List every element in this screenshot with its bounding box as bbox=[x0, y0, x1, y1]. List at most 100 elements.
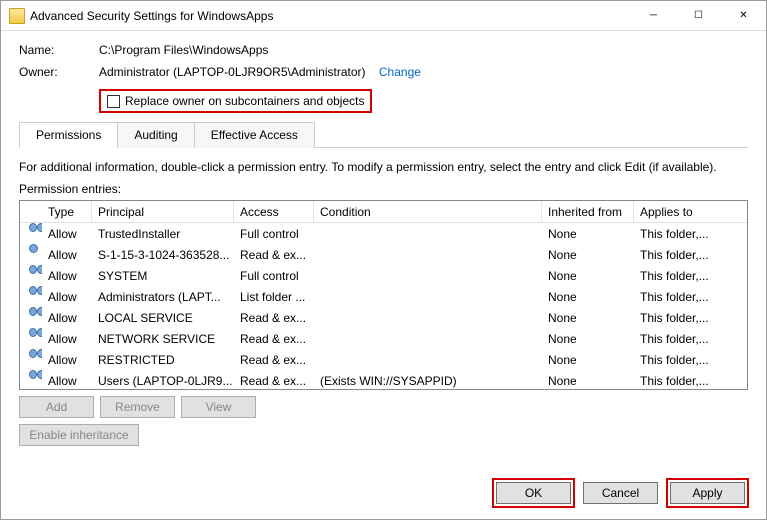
cell-principal: NETWORK SERVICE bbox=[92, 328, 234, 350]
cell-applies: This folder,... bbox=[634, 223, 714, 245]
cell-condition bbox=[314, 328, 542, 350]
cell-access: Read & ex... bbox=[234, 244, 314, 266]
cell-condition bbox=[314, 349, 542, 371]
cell-applies: This folder,... bbox=[634, 328, 714, 350]
window-title: Advanced Security Settings for WindowsAp… bbox=[30, 9, 631, 23]
footer-buttons: OK Cancel Apply bbox=[492, 478, 749, 508]
tab-auditing[interactable]: Auditing bbox=[117, 122, 194, 148]
principal-icon bbox=[29, 244, 42, 258]
tab-permissions[interactable]: Permissions bbox=[19, 122, 118, 148]
remove-button[interactable]: Remove bbox=[100, 396, 175, 418]
principal-icon bbox=[29, 307, 42, 321]
name-value: C:\Program Files\WindowsApps bbox=[99, 43, 748, 57]
principal-icon bbox=[29, 370, 42, 384]
cell-applies: This folder,... bbox=[634, 349, 714, 371]
cell-condition bbox=[314, 244, 542, 266]
enable-inheritance-button[interactable]: Enable inheritance bbox=[19, 424, 139, 446]
table-row[interactable]: AllowRESTRICTEDRead & ex...NoneThis fold… bbox=[20, 349, 747, 370]
cell-type: Allow bbox=[42, 370, 92, 391]
cell-inherited: None bbox=[542, 328, 634, 350]
cell-access: Read & ex... bbox=[234, 328, 314, 350]
cell-type: Allow bbox=[42, 349, 92, 371]
apply-highlight: Apply bbox=[666, 478, 749, 508]
cell-access: Read & ex... bbox=[234, 307, 314, 329]
col-type[interactable]: Type bbox=[42, 201, 92, 223]
cell-principal: LOCAL SERVICE bbox=[92, 307, 234, 329]
folder-icon bbox=[9, 8, 25, 24]
cell-applies: This folder,... bbox=[634, 244, 714, 266]
owner-text: Administrator (LAPTOP-0LJR9OR5\Administr… bbox=[99, 65, 366, 79]
cell-condition bbox=[314, 286, 542, 308]
cell-access: Full control bbox=[234, 223, 314, 245]
cell-condition bbox=[314, 265, 542, 287]
table-row[interactable]: AllowUsers (LAPTOP-0LJR9...Read & ex...(… bbox=[20, 370, 747, 390]
cell-principal: Users (LAPTOP-0LJR9... bbox=[92, 370, 234, 391]
cell-applies: This folder,... bbox=[634, 370, 714, 391]
owner-label: Owner: bbox=[19, 65, 99, 79]
table-row[interactable]: AllowLOCAL SERVICERead & ex... NoneThis f… bbox=[20, 307, 747, 328]
content-area: Name: C:\Program Files\WindowsApps Owner… bbox=[1, 31, 766, 446]
cell-principal: SYSTEM bbox=[92, 265, 234, 287]
cell-inherited: None bbox=[542, 370, 634, 391]
col-condition[interactable]: Condition bbox=[314, 201, 542, 223]
replace-owner-highlight: Replace owner on subcontainers and objec… bbox=[99, 89, 372, 113]
tabs: Permissions Auditing Effective Access bbox=[19, 121, 748, 148]
cell-type: Allow bbox=[42, 265, 92, 287]
col-inherited[interactable]: Inherited from bbox=[542, 201, 634, 223]
cell-access: Full control bbox=[234, 265, 314, 287]
col-access[interactable]: Access bbox=[234, 201, 314, 223]
cell-type: Allow bbox=[42, 286, 92, 308]
cell-inherited: None bbox=[542, 349, 634, 371]
table-row[interactable]: AllowAdministrators (LAPT...List folder … bbox=[20, 286, 747, 307]
cell-inherited: None bbox=[542, 223, 634, 245]
add-button[interactable]: Add bbox=[19, 396, 94, 418]
principal-icon bbox=[29, 328, 42, 342]
entries-label: Permission entries: bbox=[19, 182, 748, 196]
owner-value: Administrator (LAPTOP-0LJR9OR5\Administr… bbox=[99, 65, 748, 79]
cell-inherited: None bbox=[542, 244, 634, 266]
apply-button[interactable]: Apply bbox=[670, 482, 745, 504]
col-principal[interactable]: Principal bbox=[92, 201, 234, 223]
close-button[interactable]: ✕ bbox=[721, 1, 766, 30]
cell-principal: Administrators (LAPT... bbox=[92, 286, 234, 308]
principal-icon bbox=[29, 265, 42, 279]
change-link[interactable]: Change bbox=[379, 65, 421, 79]
replace-owner-checkbox[interactable] bbox=[107, 95, 120, 108]
cell-condition bbox=[314, 307, 542, 329]
cancel-button[interactable]: Cancel bbox=[583, 482, 658, 504]
minimize-button[interactable]: ─ bbox=[631, 1, 676, 30]
cell-inherited: None bbox=[542, 307, 634, 329]
principal-icon bbox=[29, 349, 42, 363]
principal-icon bbox=[29, 223, 42, 237]
maximize-button[interactable]: ☐ bbox=[676, 1, 721, 30]
table-row[interactable]: AllowNETWORK SERVICERead & ex... NoneThis… bbox=[20, 328, 747, 349]
cell-principal: TrustedInstaller bbox=[92, 223, 234, 245]
tab-effective-access[interactable]: Effective Access bbox=[194, 122, 315, 148]
cell-type: Allow bbox=[42, 328, 92, 350]
principal-icon bbox=[29, 286, 42, 300]
grid-header: Type Principal Access Condition Inherite… bbox=[20, 201, 747, 223]
cell-principal: S-1-15-3-1024-363528... bbox=[92, 244, 234, 266]
cell-type: Allow bbox=[42, 307, 92, 329]
cell-principal: RESTRICTED bbox=[92, 349, 234, 371]
cell-applies: This folder,... bbox=[634, 286, 714, 308]
ok-button[interactable]: OK bbox=[496, 482, 571, 504]
ok-highlight: OK bbox=[492, 478, 575, 508]
name-label: Name: bbox=[19, 43, 99, 57]
cell-access: List folder ... bbox=[234, 286, 314, 308]
cell-condition bbox=[314, 223, 542, 245]
grid-body[interactable]: AllowTrustedInstallerFull controlNoneThi… bbox=[20, 223, 747, 390]
titlebar: Advanced Security Settings for WindowsAp… bbox=[1, 1, 766, 31]
table-row[interactable]: AllowTrustedInstallerFull controlNoneThi… bbox=[20, 223, 747, 244]
view-button[interactable]: View bbox=[181, 396, 256, 418]
table-row[interactable]: AllowS-1-15-3-1024-363528...Read & ex...… bbox=[20, 244, 747, 265]
info-text: For additional information, double-click… bbox=[19, 160, 748, 174]
cell-applies: This folder,... bbox=[634, 307, 714, 329]
cell-inherited: None bbox=[542, 265, 634, 287]
cell-condition: (Exists WIN://SYSAPPID) bbox=[314, 370, 542, 391]
table-row[interactable]: AllowSYSTEMFull control NoneThis folder,.… bbox=[20, 265, 747, 286]
cell-type: Allow bbox=[42, 244, 92, 266]
col-applies[interactable]: Applies to bbox=[634, 201, 714, 223]
cell-access: Read & ex... bbox=[234, 370, 314, 391]
cell-applies: This folder,... bbox=[634, 265, 714, 287]
